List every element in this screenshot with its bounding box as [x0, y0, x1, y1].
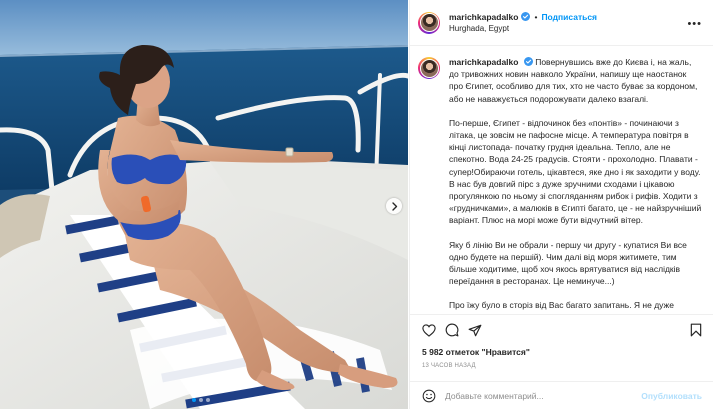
verified-icon: [521, 12, 531, 21]
comment-icon[interactable]: [445, 323, 459, 337]
post-photo[interactable]: [0, 0, 408, 409]
caption-paragraph: Про їжу було в сторіз від Вас багато зап…: [449, 300, 687, 313]
carousel-dot: [206, 398, 210, 402]
heart-icon[interactable]: [422, 323, 436, 337]
next-slide-button[interactable]: [386, 198, 402, 214]
caption-paragraph: marichkapadalko Повернувшись вже до Києв…: [449, 56, 702, 105]
caption-paragraph: По-перше, Єгипет - відпочинок без «понті…: [449, 117, 702, 226]
comment-bar: Опубликовать: [410, 381, 713, 409]
publish-button[interactable]: Опубликовать: [641, 391, 702, 401]
username-link[interactable]: marichkapadalko: [449, 11, 518, 23]
caption: marichkapadalko Повернувшись вже до Києв…: [410, 47, 713, 313]
caption-text: marichkapadalko Повернувшись вже до Києв…: [449, 56, 702, 313]
avatar[interactable]: [418, 11, 440, 34]
carousel-dot: [199, 398, 203, 402]
caption-username[interactable]: marichkapadalko: [449, 57, 518, 67]
emoji-icon[interactable]: [422, 389, 436, 403]
post-sidebar: marichkapadalko • Подписаться Hurghada, …: [409, 0, 713, 409]
likes-count[interactable]: 5 982 отметок "Нравится": [422, 347, 702, 357]
boat-photo-image: [0, 0, 408, 409]
follow-button[interactable]: Подписаться: [541, 11, 597, 23]
post-timestamp[interactable]: 13 ЧАСОВ НАЗАД: [422, 363, 702, 369]
separator-dot: •: [534, 11, 538, 22]
more-options-button[interactable]: •••: [687, 18, 702, 30]
share-icon[interactable]: [468, 324, 482, 337]
chevron-right-icon: [391, 201, 397, 211]
location-link[interactable]: Hurghada, Egypt: [449, 23, 597, 35]
comment-input[interactable]: [445, 390, 642, 401]
caption-paragraph: Яку б лінію Ви не обрали - першу чи друг…: [449, 239, 687, 287]
caption-avatar[interactable]: [418, 57, 440, 79]
verified-icon: [523, 57, 533, 66]
post-header: marichkapadalko • Подписаться Hurghada, …: [410, 0, 713, 46]
carousel-indicator: [192, 398, 210, 402]
post-actions: 5 982 отметок "Нравится" 13 ЧАСОВ НАЗАД: [410, 314, 713, 369]
save-icon[interactable]: [690, 323, 702, 337]
carousel-dot: [192, 398, 196, 402]
